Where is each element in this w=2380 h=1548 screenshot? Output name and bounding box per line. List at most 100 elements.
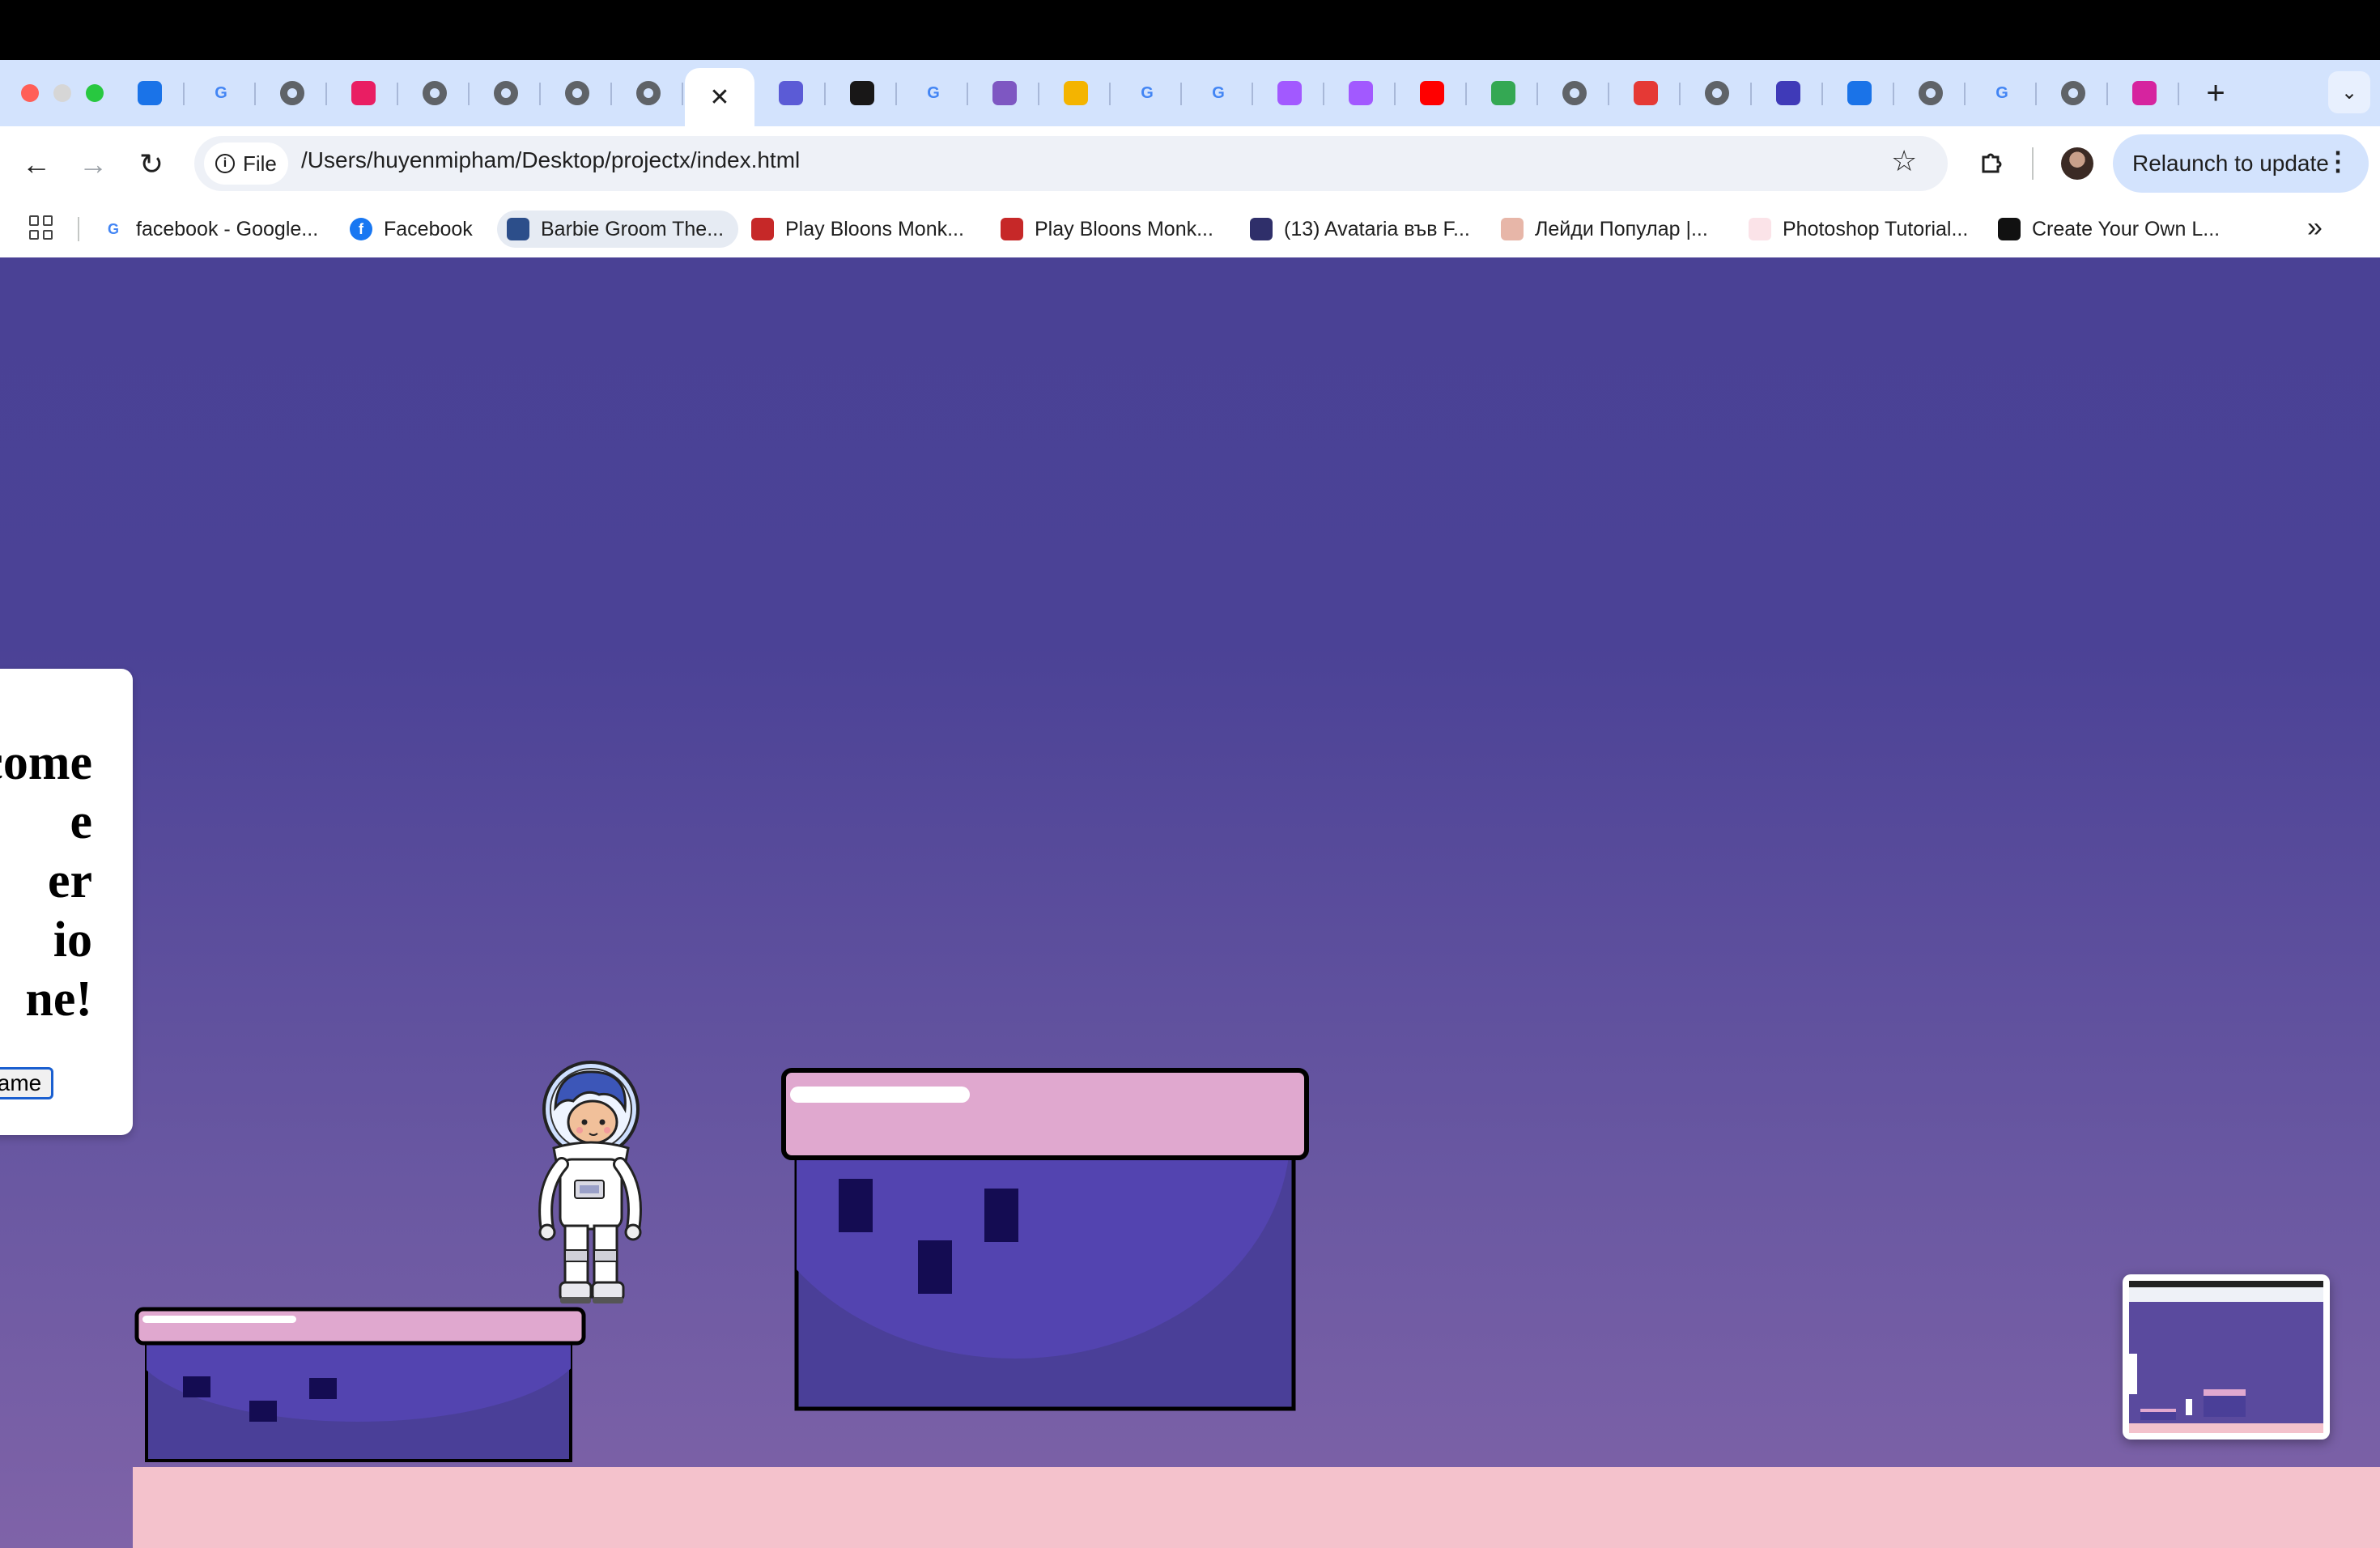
tab-separator	[610, 83, 612, 105]
browser-tab[interactable]	[115, 68, 185, 118]
extensions-icon[interactable]	[1975, 144, 2011, 180]
browser-tab[interactable]	[1041, 68, 1111, 118]
info-icon: i	[215, 154, 235, 173]
welcome-line: ne!	[25, 972, 92, 1027]
ground	[133, 1467, 2380, 1548]
browser-tab[interactable]	[2038, 68, 2108, 118]
url-text[interactable]: /Users/huyenmipham/Desktop/projectx/inde…	[301, 147, 800, 173]
logo-icon	[1998, 218, 2021, 240]
bookmark-item[interactable]: Play Bloons Monk...	[751, 211, 964, 248]
browser-tab[interactable]	[1611, 68, 1681, 118]
more-bookmarks-icon[interactable]: »	[2307, 212, 2323, 244]
tab-separator	[1964, 83, 1966, 105]
maximize-window-button[interactable]	[86, 84, 104, 102]
browser-tab[interactable]	[400, 68, 470, 118]
bookmark-item[interactable]: Лейди Популар |...	[1501, 211, 1708, 248]
browser-tab[interactable]	[1468, 68, 1538, 118]
browser-tab[interactable]	[471, 68, 541, 118]
bookmark-star-icon[interactable]: ☆	[1891, 144, 1917, 178]
browser-tab[interactable]	[1397, 68, 1467, 118]
browser-tab[interactable]	[2110, 68, 2179, 118]
target-icon	[1634, 81, 1658, 105]
figma-icon	[1349, 81, 1373, 105]
bookmark-item[interactable]: Photoshop Tutorial...	[1749, 211, 1968, 248]
apps-grid-icon[interactable]	[29, 215, 53, 240]
toolbar-divider	[2032, 147, 2034, 180]
bookmark-item[interactable]: Create Your Own L...	[1998, 211, 2220, 248]
browser-tab[interactable]	[542, 68, 612, 118]
browser-tab[interactable]: G	[1112, 68, 1182, 118]
game-canvas[interactable]: come e er io ne! Game	[0, 257, 2380, 1548]
instagram-icon	[2132, 81, 2157, 105]
bookmark-label: Photoshop Tutorial...	[1783, 217, 1969, 240]
list-icon	[1776, 81, 1800, 105]
chrome-icon	[1847, 81, 1872, 105]
browser-tab[interactable]: G	[899, 68, 968, 118]
tab-separator	[397, 83, 398, 105]
globe-icon	[1562, 81, 1587, 105]
browser-tab[interactable]	[614, 68, 683, 118]
youtube-icon	[1420, 81, 1444, 105]
close-window-button[interactable]	[21, 84, 39, 102]
globe-icon	[636, 81, 661, 105]
bookmark-item[interactable]: (13) Avataria във F...	[1250, 211, 1470, 248]
browser-tab[interactable]	[1682, 68, 1752, 118]
bookmark-item[interactable]: f Facebook	[350, 211, 473, 248]
player-astronaut	[528, 1059, 644, 1311]
tab-separator	[682, 83, 683, 105]
browser-tab[interactable]	[329, 68, 398, 118]
tab-separator	[2178, 83, 2179, 105]
browser-tab[interactable]	[257, 68, 327, 118]
platform-small	[134, 1307, 588, 1465]
bookmark-label: Play Bloons Monk...	[785, 217, 964, 240]
bookmark-label: Play Bloons Monk...	[1035, 217, 1213, 240]
back-button[interactable]: ←	[16, 144, 57, 185]
google-icon: G	[927, 83, 940, 102]
new-tab-button[interactable]: +	[2195, 73, 2236, 113]
google-icon: G	[1995, 83, 2008, 102]
browser-tab[interactable]	[1255, 68, 1324, 118]
forward-button[interactable]: →	[73, 144, 113, 185]
browser-tab[interactable]	[1326, 68, 1396, 118]
bloons-icon	[751, 218, 774, 240]
bookmark-item[interactable]: Play Bloons Monk...	[1001, 211, 1213, 248]
tab-search-button[interactable]: ⌄	[2328, 71, 2370, 113]
bookmark-item[interactable]: Gfacebook - Google...	[102, 211, 318, 248]
reload-button[interactable]: ↻	[131, 144, 172, 185]
screenshot-thumbnail[interactable]	[2123, 1274, 2330, 1440]
browser-tab[interactable]	[1540, 68, 1609, 118]
start-game-button[interactable]: Game	[0, 1067, 54, 1099]
menu-bar	[0, 0, 2380, 60]
cube-icon	[992, 81, 1017, 105]
tab-separator	[1608, 83, 1609, 105]
browser-tab[interactable]	[1753, 68, 1823, 118]
site-info-chip[interactable]: i File	[204, 142, 288, 185]
browser-tab[interactable]	[827, 68, 897, 118]
tab-separator	[1750, 83, 1752, 105]
browser-tab[interactable]	[970, 68, 1039, 118]
browser-tab[interactable]: G	[1967, 68, 2037, 118]
relaunch-button[interactable]: Relaunch to update ⋮	[2113, 134, 2369, 193]
menu-dots-icon[interactable]: ⋮	[2325, 146, 2351, 176]
github-icon	[850, 81, 874, 105]
browser-tab[interactable]	[1825, 68, 1894, 118]
globe-icon	[1705, 81, 1729, 105]
browser-tab[interactable]	[1896, 68, 1966, 118]
browser-tab[interactable]: ✕	[685, 68, 754, 126]
close-icon[interactable]: ✕	[709, 83, 729, 112]
bookmark-item[interactable]: Barbie Groom The...	[497, 211, 739, 248]
browser-tab[interactable]	[756, 68, 826, 118]
browser-tab[interactable]: G	[186, 68, 256, 118]
chrome-icon	[138, 81, 162, 105]
platform-window	[309, 1378, 337, 1399]
tab-separator	[2035, 83, 2037, 105]
calendar-icon	[779, 81, 803, 105]
tab-separator	[1323, 83, 1324, 105]
bookmark-label: Лейди Популар |...	[1535, 217, 1708, 240]
profile-avatar[interactable]	[2061, 147, 2093, 180]
globe-icon	[565, 81, 589, 105]
tab-separator	[895, 83, 897, 105]
browser-tab[interactable]: G	[1184, 68, 1253, 118]
bookmarks-divider	[78, 217, 79, 241]
minimize-window-button[interactable]	[53, 84, 71, 102]
